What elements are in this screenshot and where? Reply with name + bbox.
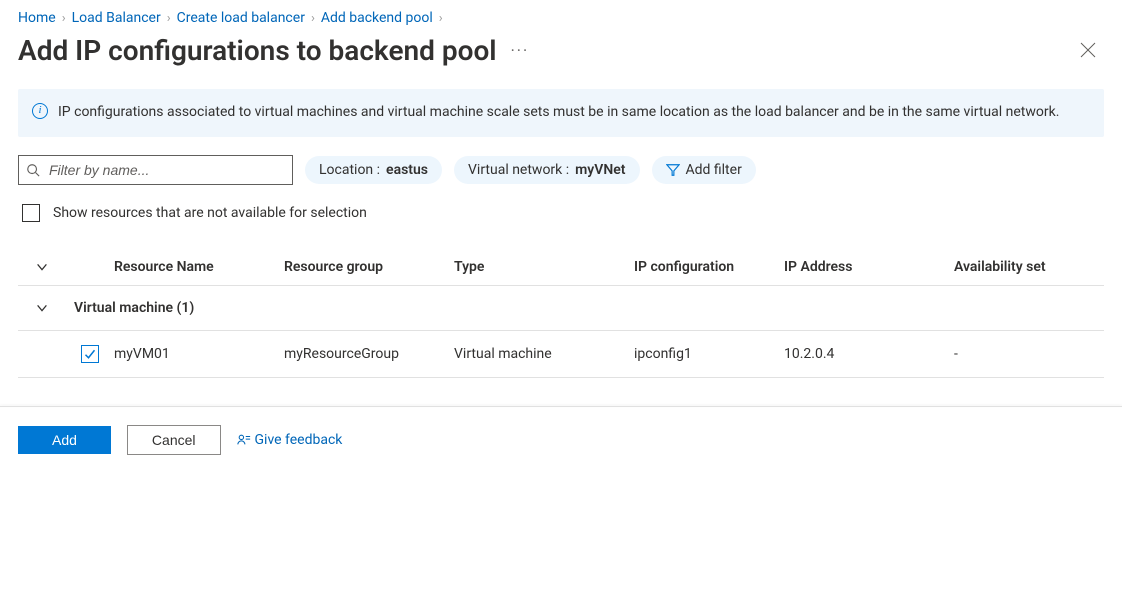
chevron-down-icon (35, 260, 49, 274)
breadcrumb-create-lb[interactable]: Create load balancer (177, 10, 305, 26)
filter-icon (666, 163, 680, 177)
resources-table: Resource Name Resource group Type IP con… (18, 249, 1104, 378)
cell-name: myVM01 (114, 346, 284, 362)
give-feedback-link[interactable]: Give feedback (237, 432, 343, 448)
info-icon: i (32, 103, 48, 119)
column-availability-set[interactable]: Availability set (954, 259, 1104, 275)
pill-label: Location : (319, 162, 380, 178)
info-text: IP configurations associated to virtual … (58, 104, 1059, 120)
filter-row: Location : eastus Virtual network : myVN… (18, 155, 1104, 185)
breadcrumb-add-backend-pool[interactable]: Add backend pool (321, 10, 433, 26)
breadcrumb-load-balancer[interactable]: Load Balancer (72, 10, 161, 26)
close-icon (1080, 42, 1096, 58)
column-resource-group[interactable]: Resource group (284, 259, 454, 275)
checkmark-icon (84, 348, 96, 360)
search-icon (26, 163, 40, 177)
breadcrumb-sep: › (62, 11, 66, 26)
show-unavailable-label: Show resources that are not available fo… (53, 205, 367, 221)
breadcrumb: Home › Load Balancer › Create load balan… (18, 0, 1104, 30)
column-expand[interactable] (18, 260, 66, 274)
more-actions-button[interactable]: ··· (511, 41, 530, 60)
page-title: Add IP configurations to backend pool (18, 34, 497, 67)
cell-type: Virtual machine (454, 346, 634, 362)
pill-label: Virtual network : (468, 162, 569, 178)
cell-availability-set: - (954, 346, 1104, 362)
table-header: Resource Name Resource group Type IP con… (18, 249, 1104, 286)
cancel-button[interactable]: Cancel (127, 425, 221, 455)
chevron-down-icon (35, 301, 49, 315)
add-filter-label: Add filter (686, 162, 742, 178)
column-ip-address[interactable]: IP Address (784, 259, 954, 275)
breadcrumb-sep: › (167, 11, 171, 26)
table-row: myVM01 myResourceGroup Virtual machine i… (18, 331, 1104, 378)
info-banner: i IP configurations associated to virtua… (18, 89, 1104, 137)
filter-pill-vnet[interactable]: Virtual network : myVNet (454, 156, 640, 184)
add-filter-button[interactable]: Add filter (652, 156, 756, 184)
group-row-virtual-machine[interactable]: Virtual machine (1) (18, 286, 1104, 331)
breadcrumb-sep: › (439, 11, 443, 26)
title-row: Add IP configurations to backend pool ··… (18, 34, 1104, 67)
filter-input[interactable] (18, 155, 293, 185)
breadcrumb-sep: › (311, 11, 315, 26)
row-checkbox[interactable] (81, 345, 99, 363)
show-unavailable-checkbox[interactable] (22, 204, 40, 222)
add-button[interactable]: Add (18, 426, 111, 454)
show-unavailable-row: Show resources that are not available fo… (18, 201, 1104, 225)
cell-ip-configuration: ipconfig1 (634, 346, 784, 362)
filter-pill-location[interactable]: Location : eastus (305, 156, 442, 184)
column-ip-configuration[interactable]: IP configuration (634, 259, 784, 275)
feedback-icon (237, 433, 251, 447)
column-type[interactable]: Type (454, 259, 634, 275)
cell-ip-address: 10.2.0.4 (784, 346, 954, 362)
breadcrumb-home[interactable]: Home (18, 10, 56, 26)
footer: Add Cancel Give feedback (0, 406, 1122, 455)
filter-search (18, 155, 293, 185)
pill-value: eastus (386, 162, 428, 178)
feedback-label: Give feedback (255, 432, 343, 448)
column-name[interactable]: Resource Name (114, 259, 284, 275)
pill-value: myVNet (575, 162, 625, 178)
group-label: Virtual machine (1) (74, 300, 194, 316)
cell-resource-group: myResourceGroup (284, 346, 454, 362)
close-button[interactable] (1072, 35, 1104, 67)
